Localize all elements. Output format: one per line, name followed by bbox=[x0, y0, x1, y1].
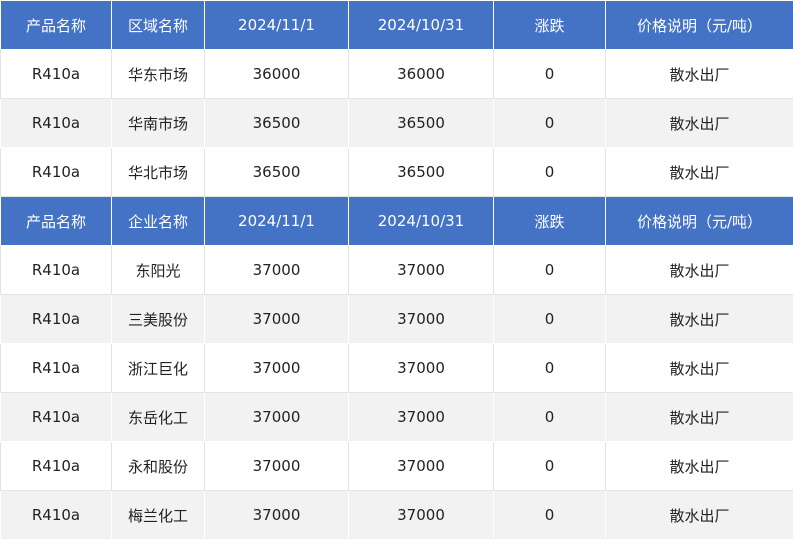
cell-region-name: 东阳光 bbox=[111, 245, 205, 295]
cell-region-name: 华南市场 bbox=[111, 98, 205, 148]
cell-price-2024-10-31: 36500 bbox=[348, 98, 494, 148]
cell-change: 0 bbox=[493, 490, 606, 540]
cell-change: 0 bbox=[493, 245, 606, 295]
cell-price-note: 散水出厂 bbox=[605, 147, 793, 197]
cell-region-name: 浙江巨化 bbox=[111, 343, 205, 393]
cell-price-2024-11-1: 37000 bbox=[204, 392, 349, 442]
cell-product-name: R410a bbox=[0, 147, 112, 197]
cell-price-2024-10-31: 37000 bbox=[348, 294, 494, 344]
header-row: 产品名称 企业名称 2024/11/1 2024/10/31 涨跌 价格说明（元/吨） bbox=[0, 196, 793, 246]
cell-price-2024-11-1: 37000 bbox=[204, 490, 349, 540]
cell-price-note: 散水出厂 bbox=[605, 490, 793, 540]
table-body: 产品名称 区域名称 2024/11/1 2024/10/31 涨跌 价格说明（元/吨） R4… bbox=[0, 0, 793, 540]
header-cell-product-name: 产品名称 bbox=[0, 0, 112, 50]
cell-product-name: R410a bbox=[0, 245, 112, 295]
table-row: R410a 华南市场 36500 36500 0 散水出厂 bbox=[0, 98, 793, 148]
header-row: 产品名称 区域名称 2024/11/1 2024/10/31 涨跌 价格说明（元/吨） bbox=[0, 0, 793, 50]
cell-price-note: 散水出厂 bbox=[605, 294, 793, 344]
cell-price-2024-11-1: 36500 bbox=[204, 147, 349, 197]
cell-change: 0 bbox=[493, 294, 606, 344]
table-row: R410a 东阳光 37000 37000 0 散水出厂 bbox=[0, 245, 793, 295]
table-row: R410a 永和股份 37000 37000 0 散水出厂 bbox=[0, 441, 793, 491]
cell-price-2024-11-1: 37000 bbox=[204, 441, 349, 491]
cell-change: 0 bbox=[493, 441, 606, 491]
cell-price-2024-11-1: 36000 bbox=[204, 49, 349, 99]
cell-price-2024-11-1: 37000 bbox=[204, 294, 349, 344]
cell-price-2024-11-1: 37000 bbox=[204, 343, 349, 393]
cell-product-name: R410a bbox=[0, 392, 112, 442]
cell-price-2024-10-31: 37000 bbox=[348, 490, 494, 540]
cell-product-name: R410a bbox=[0, 49, 112, 99]
cell-price-note: 散水出厂 bbox=[605, 49, 793, 99]
cell-price-note: 散水出厂 bbox=[605, 98, 793, 148]
cell-product-name: R410a bbox=[0, 441, 112, 491]
header-cell-price-2024-10-31: 2024/10/31 bbox=[348, 196, 494, 246]
cell-region-name: 东岳化工 bbox=[111, 392, 205, 442]
cell-region-name: 梅兰化工 bbox=[111, 490, 205, 540]
cell-price-2024-10-31: 37000 bbox=[348, 441, 494, 491]
cell-price-2024-10-31: 37000 bbox=[348, 343, 494, 393]
table-row: R410a 东岳化工 37000 37000 0 散水出厂 bbox=[0, 392, 793, 442]
cell-change: 0 bbox=[493, 392, 606, 442]
header-cell-region-name: 企业名称 bbox=[111, 196, 205, 246]
table-row: R410a 三美股份 37000 37000 0 散水出厂 bbox=[0, 294, 793, 344]
cell-change: 0 bbox=[493, 49, 606, 99]
cell-region-name: 华东市场 bbox=[111, 49, 205, 99]
cell-change: 0 bbox=[493, 98, 606, 148]
cell-product-name: R410a bbox=[0, 343, 112, 393]
cell-price-2024-10-31: 36000 bbox=[348, 49, 494, 99]
header-cell-price-2024-10-31: 2024/10/31 bbox=[348, 0, 494, 50]
header-cell-product-name: 产品名称 bbox=[0, 196, 112, 246]
header-cell-price-2024-11-1: 2024/11/1 bbox=[204, 196, 349, 246]
cell-price-note: 散水出厂 bbox=[605, 245, 793, 295]
header-cell-price-note: 价格说明（元/吨） bbox=[605, 196, 793, 246]
cell-price-2024-10-31: 36500 bbox=[348, 147, 494, 197]
cell-price-2024-11-1: 36500 bbox=[204, 98, 349, 148]
cell-change: 0 bbox=[493, 343, 606, 393]
cell-product-name: R410a bbox=[0, 98, 112, 148]
table-row: R410a 华北市场 36500 36500 0 散水出厂 bbox=[0, 147, 793, 197]
cell-price-2024-11-1: 37000 bbox=[204, 245, 349, 295]
header-cell-price-2024-11-1: 2024/11/1 bbox=[204, 0, 349, 50]
cell-region-name: 华北市场 bbox=[111, 147, 205, 197]
cell-product-name: R410a bbox=[0, 294, 112, 344]
cell-price-note: 散水出厂 bbox=[605, 343, 793, 393]
cell-price-2024-10-31: 37000 bbox=[348, 245, 494, 295]
table-row: R410a 浙江巨化 37000 37000 0 散水出厂 bbox=[0, 343, 793, 393]
table-row: R410a 梅兰化工 37000 37000 0 散水出厂 bbox=[0, 490, 793, 540]
cell-region-name: 永和股份 bbox=[111, 441, 205, 491]
cell-change: 0 bbox=[493, 147, 606, 197]
header-cell-change: 涨跌 bbox=[493, 0, 606, 50]
header-cell-change: 涨跌 bbox=[493, 196, 606, 246]
cell-price-note: 散水出厂 bbox=[605, 392, 793, 442]
cell-price-note: 散水出厂 bbox=[605, 441, 793, 491]
table-row: R410a 华东市场 36000 36000 0 散水出厂 bbox=[0, 49, 793, 99]
price-table: 产品名称 区域名称 2024/11/1 2024/10/31 涨跌 价格说明（元/吨） R4… bbox=[0, 0, 793, 540]
header-cell-price-note: 价格说明（元/吨） bbox=[605, 0, 793, 50]
cell-product-name: R410a bbox=[0, 490, 112, 540]
cell-price-2024-10-31: 37000 bbox=[348, 392, 494, 442]
cell-region-name: 三美股份 bbox=[111, 294, 205, 344]
header-cell-region-name: 区域名称 bbox=[111, 0, 205, 50]
